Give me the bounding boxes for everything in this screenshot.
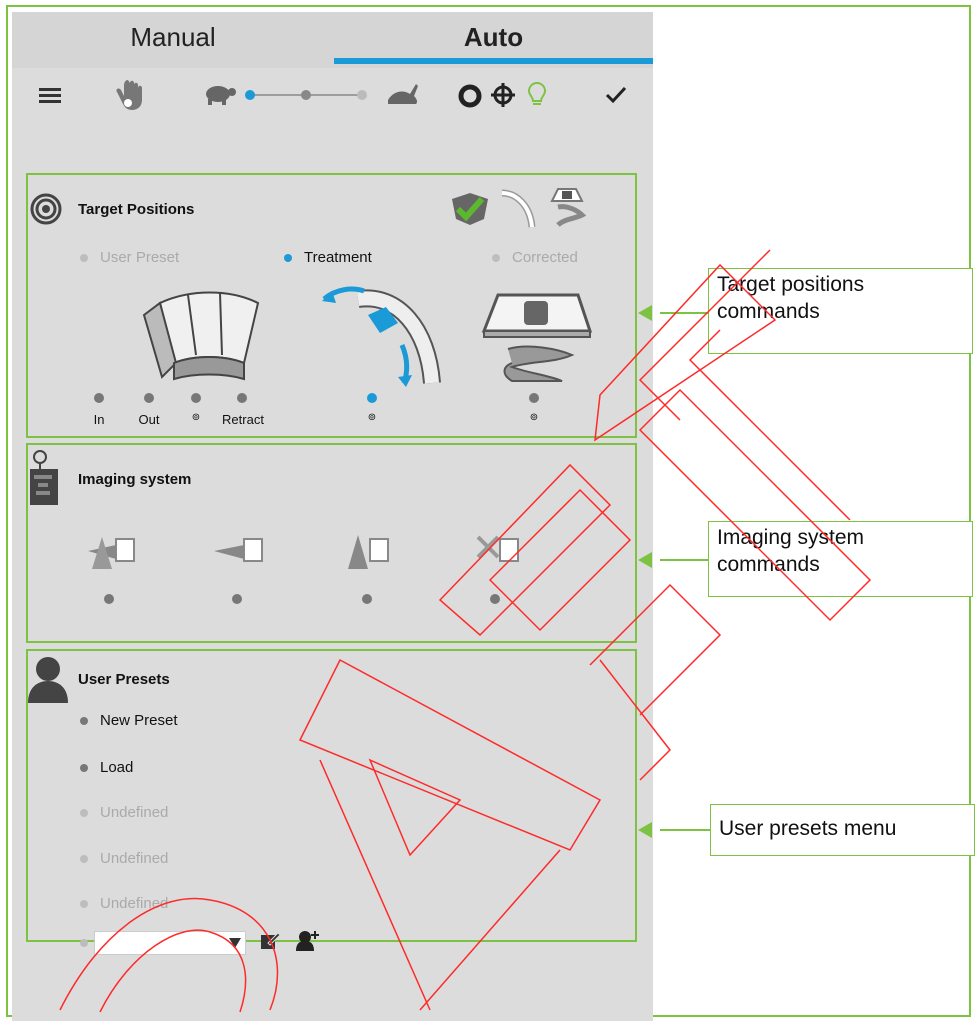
draft-watermark-strokes	[59, 249, 872, 1013]
draft-watermark	[59, 249, 872, 1013]
